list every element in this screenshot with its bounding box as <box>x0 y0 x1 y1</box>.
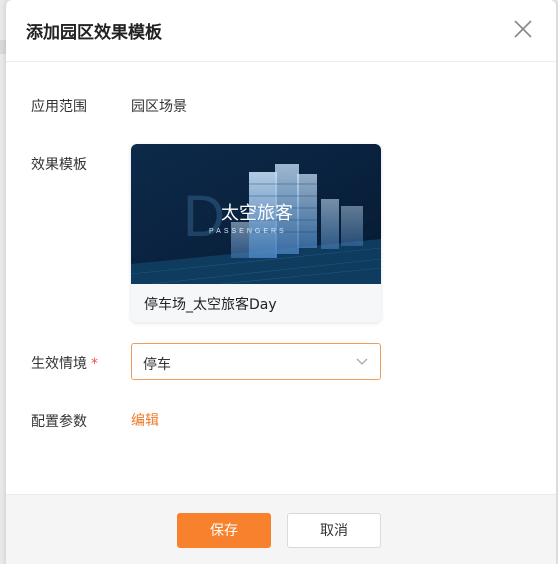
thumbnail-subtitle: PASSENGERS <box>209 228 287 235</box>
close-icon[interactable] <box>512 18 534 40</box>
context-label: 生效情境 * <box>31 356 98 372</box>
required-mark: * <box>91 356 98 372</box>
dialog-title: 添加园区效果模板 <box>26 23 162 43</box>
dialog-header: 添加园区效果模板 <box>6 0 556 62</box>
svg-text:D: D <box>183 184 225 249</box>
template-card[interactable]: D 太空旅客 PASSENGERS 停车场_太空旅客Day <box>131 144 381 322</box>
save-button[interactable]: 保存 <box>177 513 271 548</box>
context-select[interactable]: 停车 <box>131 343 381 380</box>
cancel-button[interactable]: 取消 <box>287 513 381 548</box>
chevron-down-icon <box>356 358 368 365</box>
template-caption: 停车场_太空旅客Day <box>144 297 277 313</box>
dialog-footer: 保存 取消 <box>6 494 556 564</box>
scope-value: 园区场景 <box>131 99 187 115</box>
add-template-dialog: 添加园区效果模板 应用范围 园区场景 效果模板 D 太空旅客 PASSENGER… <box>6 0 556 564</box>
scope-label: 应用范围 <box>31 99 87 115</box>
thumbnail-title: 太空旅客 <box>221 203 293 224</box>
context-select-value: 停车 <box>143 357 171 373</box>
template-thumbnail: D 太空旅客 PASSENGERS <box>131 144 381 284</box>
edit-params-link[interactable]: 编辑 <box>131 410 159 430</box>
template-label: 效果模板 <box>31 157 87 173</box>
params-label: 配置参数 <box>31 414 87 430</box>
